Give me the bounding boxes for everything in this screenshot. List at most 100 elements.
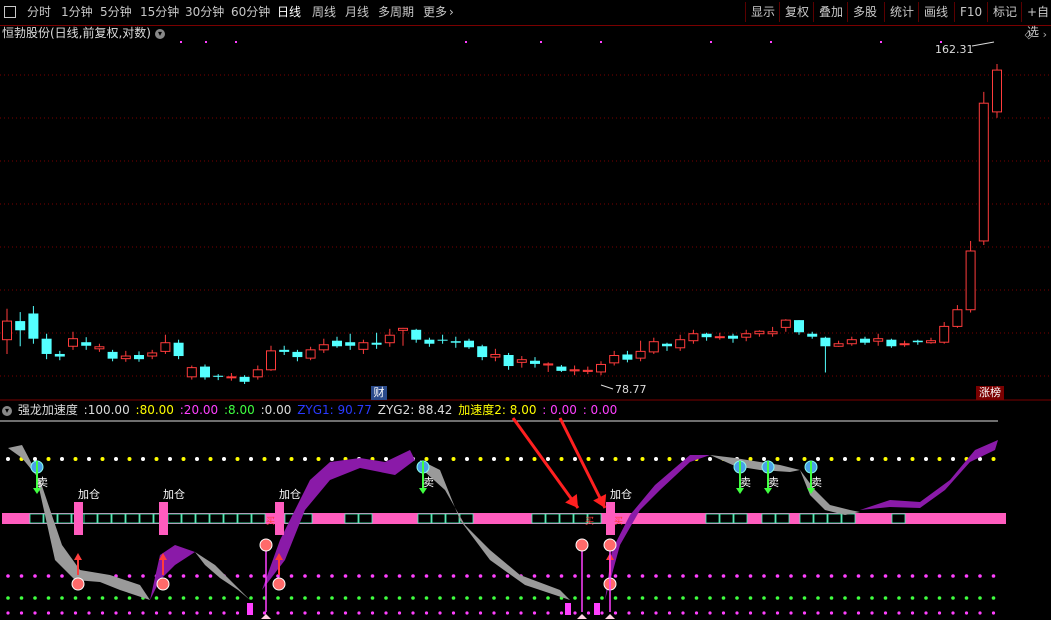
level-20-dot	[127, 574, 132, 578]
level-20-dot	[438, 574, 442, 578]
level-20-dot	[775, 574, 780, 578]
level-0-dot	[208, 611, 213, 615]
level-8-dot	[451, 596, 456, 600]
level-0-dot	[397, 611, 402, 615]
candle-up	[926, 340, 936, 344]
candle-down	[345, 342, 356, 346]
level-80-dot	[883, 457, 888, 461]
level-80-dot	[600, 457, 604, 461]
level-8-dot	[492, 596, 496, 600]
level-80: :80.00	[135, 403, 174, 417]
candle-up	[147, 352, 158, 357]
high-price-label: 162.31	[935, 43, 974, 56]
level-8-dot	[667, 596, 672, 600]
level-8-dot	[519, 596, 523, 600]
level-0-dot	[627, 611, 631, 615]
band-cell	[83, 513, 98, 524]
candle-up	[120, 355, 131, 360]
candle-up	[635, 350, 646, 359]
level-0-dot	[856, 611, 861, 615]
candle-up	[398, 327, 408, 331]
candle-up	[490, 353, 501, 358]
level-8-dot	[802, 596, 807, 600]
candle-up	[648, 341, 659, 353]
indicator-ribbon	[605, 455, 710, 600]
bottom-bar	[565, 603, 571, 615]
level-20-dot	[951, 574, 955, 578]
level-80-dot	[60, 457, 64, 461]
level-0-dot	[843, 611, 847, 615]
level-8-dot	[316, 596, 321, 600]
candle-up	[186, 367, 197, 378]
level-20-dot	[451, 574, 456, 578]
rise-list-tag[interactable]: 涨榜	[976, 386, 1004, 400]
candle-up	[252, 369, 263, 378]
candle-up	[939, 325, 950, 343]
band-cell	[545, 513, 560, 524]
candle-up	[754, 330, 765, 335]
candle-down	[200, 366, 210, 378]
add-position-label: 加仓	[78, 487, 100, 501]
low-pointer	[600, 384, 614, 390]
level-80-dot	[816, 457, 820, 461]
candle-up	[767, 331, 778, 335]
level-8-dot	[856, 596, 861, 600]
top-marker-dot	[205, 41, 207, 43]
sell-label: 卖	[423, 476, 434, 489]
zyg2-value: ZYG2: 88.42	[377, 403, 453, 417]
level-20-dot	[667, 574, 672, 578]
level-80-dot	[640, 457, 645, 461]
top-marker-dot	[710, 41, 712, 43]
band-cell	[57, 513, 72, 524]
level-80-dot	[222, 457, 226, 461]
level-8-dot	[654, 596, 658, 600]
add-position-marker	[74, 502, 83, 535]
buy-signal-icon	[603, 538, 617, 552]
level-8-dot	[411, 596, 415, 600]
level-80-dot	[856, 457, 861, 461]
level-0-dot	[735, 611, 739, 615]
level-20-dot	[573, 574, 577, 578]
level-8-dot	[573, 596, 577, 600]
level-0-dot	[613, 611, 618, 615]
level-8-dot	[330, 596, 334, 600]
candle-down	[794, 320, 804, 333]
level-8-dot	[532, 596, 537, 600]
level-8-dot	[154, 596, 159, 600]
indicator-header: ▾ 强龙加速度 :100.00 :80.00 :20.00 :8.00 :0.0…	[0, 402, 619, 418]
level-20-dot	[721, 574, 726, 578]
level-80-dot	[613, 457, 618, 461]
level-0-dot	[870, 611, 874, 615]
level-8-dot	[6, 596, 10, 600]
level-80-dot	[168, 457, 172, 461]
band-cell	[251, 513, 266, 524]
level-20-dot	[708, 574, 712, 578]
candle-up	[266, 350, 276, 371]
level-20-dot	[694, 574, 699, 578]
level-8-dot	[991, 596, 996, 600]
level-80-dot	[829, 457, 834, 461]
band-cell	[705, 513, 720, 524]
band-cell	[445, 513, 460, 524]
level-80-dot	[762, 457, 766, 461]
level-8-dot	[789, 596, 793, 600]
level-20-dot	[910, 574, 915, 578]
level-8: :8.00	[224, 403, 255, 417]
candle-up	[965, 250, 976, 311]
bottom-triangle	[261, 614, 271, 619]
candle-up	[992, 69, 1002, 113]
chevron-down-icon[interactable]: ▾	[2, 405, 12, 416]
level-0-dot	[775, 611, 780, 615]
level-8-dot	[897, 596, 901, 600]
level-8-dot	[586, 596, 591, 600]
top-marker-dot	[770, 41, 772, 43]
indicator-ribbon	[195, 552, 250, 600]
level-20-dot	[816, 574, 820, 578]
finance-tag[interactable]: 财	[371, 386, 387, 400]
level-0-dot	[816, 611, 820, 615]
level-8-dot	[438, 596, 442, 600]
buy-char: 买	[266, 516, 275, 527]
level-8-dot	[505, 596, 510, 600]
indicator-ribbon	[420, 460, 570, 600]
sell-label: 卖	[740, 476, 751, 489]
